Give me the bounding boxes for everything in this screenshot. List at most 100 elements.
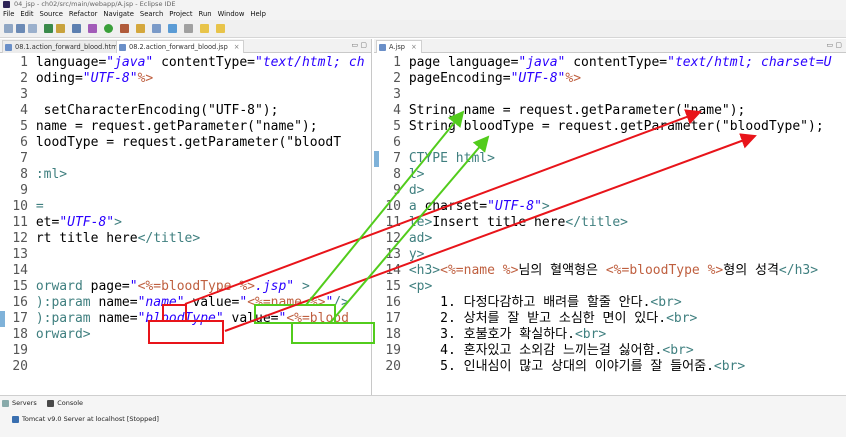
- code-line[interactable]: 14 <h3><%=name %>님의 혈액형은 <%=bloodType %>…: [374, 263, 818, 279]
- code-line[interactable]: 10 =: [0, 199, 43, 215]
- code-line[interactable]: 6 loodType = request.getParameter("blood…: [0, 135, 341, 151]
- tab-label: 08.1.action_forward_blood.html: [15, 43, 120, 51]
- tab-a-jsp[interactable]: A.jsp ×: [376, 40, 422, 53]
- code-line[interactable]: 13: [0, 247, 36, 263]
- jsp-file-icon: [119, 44, 126, 51]
- code-line[interactable]: 16 ):param name="name" value="<%=name %>…: [0, 295, 349, 311]
- code-line[interactable]: 9 d>: [374, 183, 424, 199]
- code-line[interactable]: 14: [0, 263, 36, 279]
- code-line[interactable]: 7: [0, 151, 36, 167]
- code-line[interactable]: 4 String name = request.getParameter("na…: [374, 103, 745, 119]
- code-token: </h3>: [778, 263, 819, 278]
- right-code-editor[interactable]: 1 page language="java" contentType="text…: [374, 55, 846, 395]
- code-line[interactable]: 1 language="java" contentType="text/html…: [0, 55, 364, 71]
- annotation-nav-icon[interactable]: [184, 24, 193, 33]
- code-line[interactable]: 16 1. 다정다감하고 배려를 할줄 안다.<br>: [374, 295, 681, 311]
- code-line[interactable]: 13 y>: [374, 247, 424, 263]
- save-all-icon[interactable]: [28, 24, 37, 33]
- search-icon[interactable]: [168, 24, 177, 33]
- code-line[interactable]: 5 String bloodType = request.getParamete…: [374, 119, 824, 135]
- open-type-icon[interactable]: [152, 24, 161, 33]
- code-line[interactable]: 15 orward page="<%=bloodType %>.jsp" >: [0, 279, 309, 295]
- new-icon[interactable]: [4, 24, 13, 33]
- line-number: 5: [20, 119, 28, 134]
- code-line[interactable]: 2 pageEncoding="UTF-8"%>: [374, 71, 581, 87]
- code-token: </title>: [137, 231, 201, 246]
- menu-project[interactable]: Project: [166, 9, 195, 18]
- close-icon[interactable]: ×: [411, 43, 417, 51]
- code-token: loodType = request.getParameter("bloodT: [35, 135, 342, 150]
- code-token: <br>: [713, 359, 746, 374]
- code-line[interactable]: 11 et="UTF-8">: [0, 215, 122, 231]
- external-tools-icon[interactable]: [120, 24, 129, 33]
- code-line[interactable]: 2 oding="UTF-8"%>: [0, 71, 153, 87]
- menu-search[interactable]: Search: [137, 9, 166, 18]
- save-icon[interactable]: [16, 24, 25, 33]
- tab-action-forward-blood-jsp[interactable]: 08.2.action_forward_blood.jsp ×: [116, 40, 245, 53]
- line-number: 18: [12, 327, 28, 342]
- server-list-item[interactable]: Tomcat v9.0 Server at localhost [Stopped…: [12, 415, 159, 423]
- code-line[interactable]: 18 3. 호불호가 확실하다.<br>: [374, 327, 606, 343]
- code-line[interactable]: 3: [0, 87, 36, 103]
- code-token: "UTF-8": [510, 71, 566, 86]
- code-token: String bloodType = request.getParameter(…: [408, 119, 824, 134]
- code-token: <%=blood: [286, 311, 349, 326]
- code-token: <h3>: [408, 263, 441, 278]
- forward-icon[interactable]: [216, 24, 225, 33]
- code-line[interactable]: 19 4. 혼자있고 소외감 느끼는걸 싫어함.<br>: [374, 343, 693, 359]
- code-line[interactable]: 9: [0, 183, 36, 199]
- code-line[interactable]: 17 2. 상처를 잘 받고 소심한 면이 있다.<br>: [374, 311, 697, 327]
- code-token: pageEncoding=: [408, 71, 511, 86]
- menu-navigate[interactable]: Navigate: [100, 9, 137, 18]
- menu-source[interactable]: Source: [37, 9, 66, 18]
- code-token: 4. 혼자있고 소외감 느끼는걸 싫어함.: [408, 343, 663, 358]
- jsp-file-icon: [379, 44, 386, 51]
- code-line[interactable]: 10 a charset="UTF-8">: [374, 199, 549, 215]
- code-token: orward>: [35, 327, 91, 342]
- code-token: 형의 성격: [723, 263, 779, 278]
- code-line[interactable]: 18 orward>: [0, 327, 91, 343]
- code-token: >: [114, 215, 122, 230]
- code-line[interactable]: 12 ad>: [374, 231, 432, 247]
- menu-run[interactable]: Run: [196, 9, 215, 18]
- code-line[interactable]: 3: [374, 87, 409, 103]
- menu-edit[interactable]: Edit: [17, 9, 36, 18]
- left-code-editor[interactable]: 1 language="java" contentType="text/html…: [0, 55, 371, 395]
- new-java-project-icon[interactable]: [136, 24, 145, 33]
- skip-breakpoints-icon[interactable]: [72, 24, 81, 33]
- code-line[interactable]: 19: [0, 343, 36, 359]
- tab-console[interactable]: Console: [45, 398, 89, 407]
- code-token: "name": [137, 295, 185, 310]
- tab-action-forward-blood-html[interactable]: 08.1.action_forward_blood.html: [2, 40, 125, 53]
- menu-help[interactable]: Help: [247, 9, 269, 18]
- code-line[interactable]: 12 rt title here</title>: [0, 231, 200, 247]
- code-token: :ml>: [35, 167, 68, 182]
- menu-window[interactable]: Window: [215, 9, 248, 18]
- code-line[interactable]: 6: [374, 135, 409, 151]
- line-number: 20: [385, 359, 401, 374]
- menu-file[interactable]: File: [0, 9, 17, 18]
- close-icon[interactable]: ×: [234, 43, 240, 51]
- code-line[interactable]: 4 setCharacterEncoding("UTF-8");: [0, 103, 278, 119]
- line-number: 10: [385, 199, 401, 214]
- tab-servers[interactable]: Servers: [0, 398, 43, 407]
- terminal-icon[interactable]: [56, 24, 65, 33]
- code-line[interactable]: 15 <p>: [374, 279, 432, 295]
- code-line[interactable]: 8 l>: [374, 167, 424, 183]
- minimize-maximize-icon[interactable]: ▭ ▢: [352, 41, 367, 49]
- menu-refactor[interactable]: Refactor: [66, 9, 101, 18]
- code-line[interactable]: 17 ):param name="bloodType" value="<%=bl…: [0, 311, 349, 327]
- code-line[interactable]: 1 page language="java" contentType="text…: [374, 55, 831, 71]
- back-icon[interactable]: [200, 24, 209, 33]
- code-line[interactable]: 20: [0, 359, 36, 375]
- run-icon[interactable]: [104, 24, 113, 33]
- run-server-icon[interactable]: [44, 24, 53, 33]
- code-line[interactable]: 5 name = request.getParameter("name");: [0, 119, 317, 135]
- code-line[interactable]: 11 le>Insert title here</title>: [374, 215, 628, 231]
- code-line[interactable]: 7 CTYPE html>: [374, 151, 495, 167]
- debug-icon[interactable]: [88, 24, 97, 33]
- code-line[interactable]: 8 :ml>: [0, 167, 67, 183]
- code-line[interactable]: 20 5. 인내심이 많고 상대의 이야기를 잘 들어줌.<br>: [374, 359, 745, 375]
- line-number: 13: [385, 247, 401, 262]
- minimize-maximize-icon[interactable]: ▭ ▢: [827, 41, 842, 49]
